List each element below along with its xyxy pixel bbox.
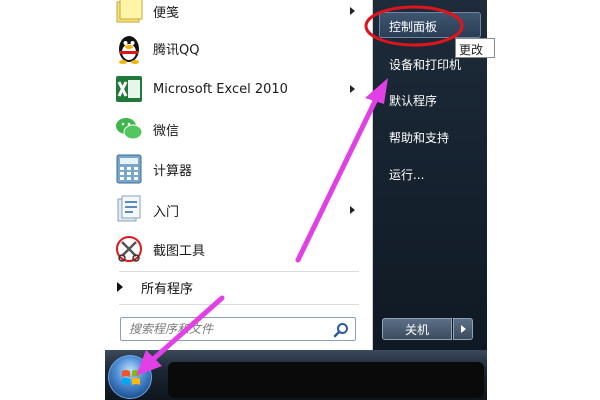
tooltip: 更改	[455, 38, 495, 58]
chevron-right-icon	[460, 325, 466, 333]
sticky-notes-icon	[113, 0, 145, 27]
start-button[interactable]	[108, 355, 152, 399]
program-label: Microsoft Excel 2010	[153, 81, 288, 97]
right-item-help-support[interactable]: 帮助和支持	[389, 129, 449, 146]
all-programs-item[interactable]: 所有程序	[117, 276, 193, 298]
program-item-excel[interactable]: Microsoft Excel 2010	[113, 70, 365, 108]
shutdown-options-button[interactable]	[453, 318, 473, 340]
program-label: 截图工具	[153, 243, 206, 259]
right-item-default-programs[interactable]: 默认程序	[389, 92, 437, 109]
program-label: 腾讯QQ	[153, 42, 200, 58]
submenu-arrow-icon[interactable]	[350, 7, 355, 15]
program-item-wechat[interactable]: 微信	[113, 110, 365, 148]
program-item-getting-started[interactable]: 入门	[113, 191, 365, 229]
start-menu-programs-pane: 便笺 腾讯QQ Microsoft Excel 2010 微信 计算器 入门 截…	[105, 0, 373, 350]
program-item-calculator[interactable]: 计算器	[113, 150, 365, 188]
windows-logo-icon	[122, 370, 140, 385]
search-input[interactable]	[129, 319, 329, 339]
program-label: 计算器	[153, 163, 193, 179]
submenu-arrow-icon[interactable]	[350, 206, 355, 214]
program-label: 入门	[153, 204, 180, 220]
search-icon[interactable]	[333, 322, 349, 338]
right-item-devices-printers[interactable]: 设备和打印机	[389, 56, 461, 73]
program-item-qq[interactable]: 腾讯QQ	[113, 29, 365, 67]
expand-arrow-icon	[117, 282, 123, 292]
excel-icon	[113, 73, 145, 105]
all-programs-label: 所有程序	[141, 281, 194, 297]
shutdown-button[interactable]: 关机	[382, 318, 452, 340]
wechat-icon	[113, 113, 145, 145]
menu-divider	[119, 271, 359, 272]
search-box[interactable]	[120, 317, 356, 341]
getting-started-icon	[113, 194, 145, 226]
menu-divider	[119, 304, 359, 305]
submenu-arrow-icon[interactable]	[350, 85, 355, 93]
program-item-sticky-notes[interactable]: 便笺	[113, 0, 365, 30]
calculator-icon	[113, 153, 145, 185]
program-label: 便笺	[153, 5, 180, 21]
qq-penguin-icon	[113, 32, 145, 64]
snipping-tool-icon	[113, 233, 145, 265]
right-item-run[interactable]: 运行...	[389, 166, 424, 183]
program-label: 微信	[153, 123, 180, 139]
right-item-control-panel[interactable]: 控制面板	[389, 18, 437, 35]
program-item-snipping-tool[interactable]: 截图工具	[113, 230, 365, 268]
taskbar-redacted-area	[168, 362, 484, 398]
